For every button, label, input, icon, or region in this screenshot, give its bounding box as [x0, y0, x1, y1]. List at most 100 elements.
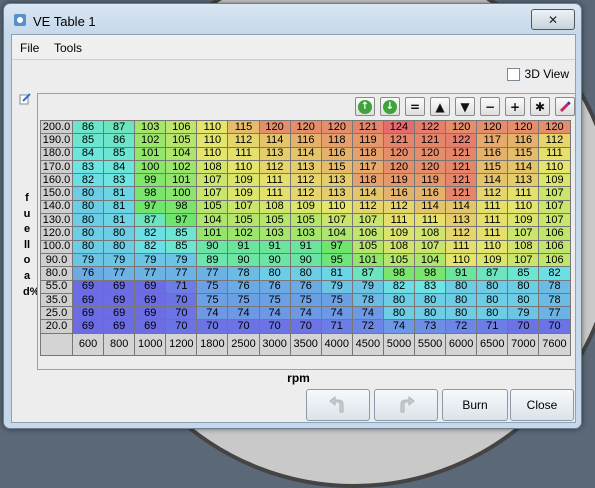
table-cell[interactable]: 112	[289, 173, 322, 188]
view-3d-checkbox[interactable]	[506, 67, 520, 81]
table-cell[interactable]: 114	[258, 133, 291, 148]
table-cell[interactable]: 110	[196, 119, 229, 135]
table-cell[interactable]: 107	[196, 186, 229, 201]
table-cell[interactable]: 105	[351, 239, 384, 254]
table-cell[interactable]: 105	[227, 213, 260, 228]
table-cell[interactable]: 110	[196, 146, 229, 161]
table-cell[interactable]: 73	[414, 319, 447, 334]
table-cell[interactable]: 80	[476, 292, 509, 308]
table-cell[interactable]: 75	[289, 292, 322, 308]
table-cell[interactable]: 80	[289, 266, 322, 281]
table-cell[interactable]: 120	[414, 159, 447, 175]
table-cell[interactable]: 77	[134, 266, 167, 281]
table-cell[interactable]: 105	[196, 199, 229, 215]
table-cell[interactable]: 115	[227, 119, 260, 135]
table-cell[interactable]: 121	[445, 186, 478, 201]
table-cell[interactable]: 80	[476, 306, 509, 321]
table-cell[interactable]: 122	[414, 119, 447, 135]
table-cell[interactable]: 105	[165, 133, 198, 148]
table-cell[interactable]: 119	[414, 173, 447, 188]
table-cell[interactable]: 71	[320, 319, 353, 334]
table-cell[interactable]: 75	[196, 279, 229, 294]
table-cell[interactable]: 104	[196, 213, 229, 228]
table-cell[interactable]: 111	[258, 173, 291, 188]
table-cell[interactable]: 111	[476, 213, 509, 228]
table-cell[interactable]: 104	[320, 226, 353, 241]
table-cell[interactable]: 86	[103, 133, 136, 148]
table-cell[interactable]: 79	[71, 252, 105, 268]
table-cell[interactable]: 84	[103, 159, 136, 175]
table-cell[interactable]: 111	[258, 186, 291, 201]
table-cell[interactable]: 98	[165, 199, 198, 215]
table-cell[interactable]: 105	[382, 252, 416, 268]
table-cell[interactable]: 112	[445, 226, 478, 241]
table-cell[interactable]: 78	[351, 292, 384, 308]
table-cell[interactable]: 111	[445, 239, 478, 254]
table-cell[interactable]: 108	[196, 159, 229, 175]
window-close-button[interactable]: ✕	[531, 9, 575, 30]
table-cell[interactable]: 87	[134, 213, 167, 228]
table-cell[interactable]: 112	[538, 133, 571, 148]
table-cell[interactable]: 80	[103, 226, 136, 241]
table-cell[interactable]: 80	[445, 279, 478, 294]
table-cell[interactable]: 69	[71, 279, 105, 294]
table-cell[interactable]: 95	[320, 252, 353, 268]
table-cell[interactable]: 79	[320, 279, 353, 294]
table-cell[interactable]: 109	[507, 213, 540, 228]
table-cell[interactable]: 121	[445, 159, 478, 175]
menu-file[interactable]: File	[20, 41, 39, 55]
table-cell[interactable]: 77	[538, 306, 571, 321]
table-cell[interactable]: 108	[507, 239, 540, 254]
table-cell[interactable]: 91	[289, 239, 322, 254]
table-cell[interactable]: 69	[134, 292, 167, 308]
table-cell[interactable]: 100	[165, 186, 198, 201]
table-cell[interactable]: 80	[414, 292, 447, 308]
table-cell[interactable]: 105	[289, 213, 322, 228]
table-cell[interactable]: 82	[382, 279, 416, 294]
table-cell[interactable]: 90	[258, 252, 291, 268]
table-cell[interactable]: 120	[476, 119, 509, 135]
table-cell[interactable]: 119	[382, 173, 416, 188]
table-cell[interactable]: 112	[227, 133, 260, 148]
table-cell[interactable]: 104	[414, 252, 447, 268]
table-cell[interactable]: 80	[414, 306, 447, 321]
table-cell[interactable]: 77	[165, 266, 198, 281]
table-cell[interactable]: 78	[538, 292, 571, 308]
table-cell[interactable]: 81	[103, 199, 136, 215]
table-cell[interactable]: 74	[382, 319, 416, 334]
table-cell[interactable]: 109	[289, 199, 322, 215]
table-cell[interactable]: 103	[258, 226, 291, 241]
interpolate-button[interactable]	[555, 97, 575, 116]
table-cell[interactable]: 70	[165, 292, 198, 308]
table-cell[interactable]: 80	[71, 239, 105, 254]
table-cell[interactable]: 120	[320, 119, 353, 135]
table-cell[interactable]: 107	[196, 173, 229, 188]
table-cell[interactable]: 116	[507, 133, 540, 148]
table-cell[interactable]: 120	[382, 159, 416, 175]
table-cell[interactable]: 86	[71, 119, 105, 135]
table-cell[interactable]: 115	[507, 146, 540, 161]
table-cell[interactable]: 91	[227, 239, 260, 254]
table-cell[interactable]: 80	[476, 279, 509, 294]
table-cell[interactable]: 111	[382, 213, 416, 228]
title-bar[interactable]: VE Table 1 ✕	[4, 4, 581, 36]
decrement-button[interactable]: ↓	[380, 97, 400, 116]
table-cell[interactable]: 110	[538, 159, 571, 175]
table-cell[interactable]: 116	[476, 146, 509, 161]
table-cell[interactable]: 113	[320, 173, 353, 188]
table-cell[interactable]: 121	[445, 173, 478, 188]
table-cell[interactable]: 74	[258, 306, 291, 321]
table-cell[interactable]: 114	[351, 186, 384, 201]
table-cell[interactable]: 104	[165, 146, 198, 161]
table-cell[interactable]: 82	[538, 266, 571, 281]
table-cell[interactable]: 111	[227, 146, 260, 161]
table-cell[interactable]: 69	[103, 306, 136, 321]
table-cell[interactable]: 109	[382, 226, 416, 241]
table-cell[interactable]: 97	[134, 199, 167, 215]
table-cell[interactable]: 108	[382, 239, 416, 254]
table-cell[interactable]: 120	[538, 119, 571, 135]
table-cell[interactable]: 70	[289, 319, 322, 334]
table-cell[interactable]: 107	[351, 213, 384, 228]
table-cell[interactable]: 100	[134, 159, 167, 175]
table-cell[interactable]: 80	[258, 266, 291, 281]
